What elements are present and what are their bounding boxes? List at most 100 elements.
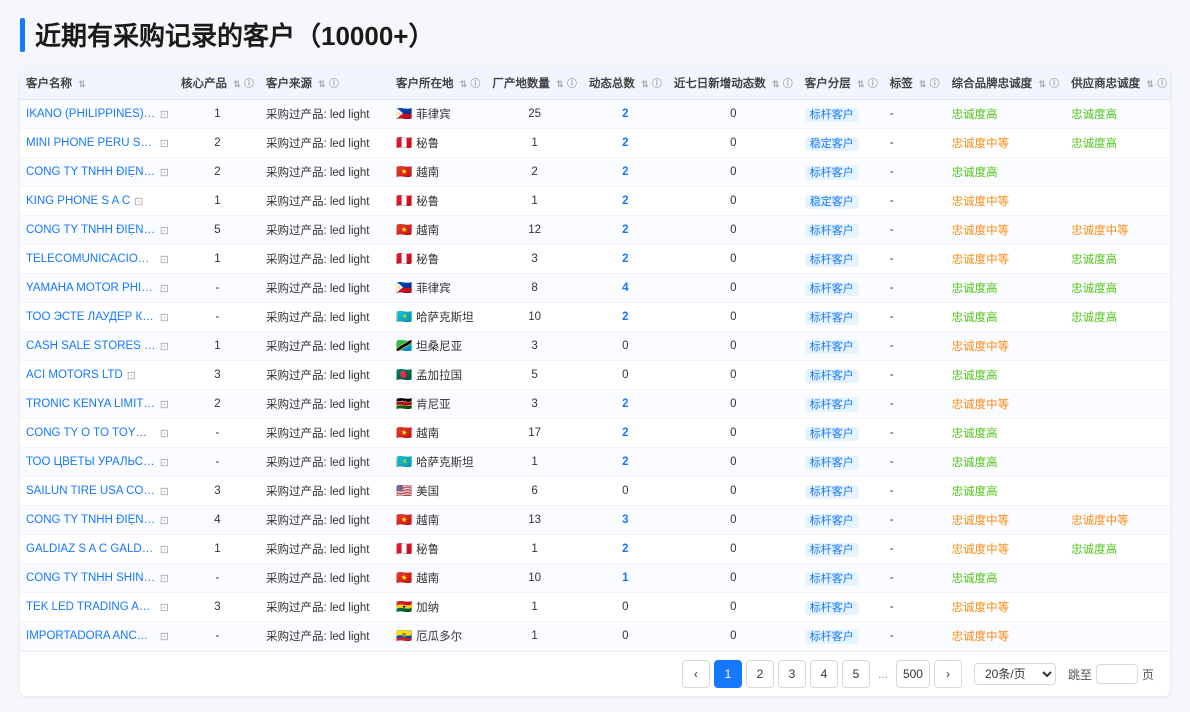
cell-warehouse: 10 xyxy=(486,303,582,332)
cell-segment: 标杆客户 xyxy=(799,216,884,245)
sort-icon-total: ⇅ xyxy=(641,79,649,90)
cell-name[interactable]: YAMAHA MOTOR PHILIPPINES I… ⊡ xyxy=(20,274,175,303)
country-name: 菲律宾 xyxy=(416,280,451,296)
cell-name[interactable]: TEK LED TRADING AND MANUF… ⊡ xyxy=(20,593,175,622)
page-3-button[interactable]: 3 xyxy=(778,660,806,688)
page-5-button[interactable]: 5 xyxy=(842,660,870,688)
page-4-button[interactable]: 4 xyxy=(810,660,838,688)
cell-source: 采购过产品: led light xyxy=(260,216,390,245)
cell-name[interactable]: CÔNG TY TNHH ĐIỆN STANLEY… ⊡ xyxy=(20,506,175,535)
cell-warehouse: 17 xyxy=(486,419,582,448)
cell-name[interactable]: MINI PHONE PERU SAC ⊡ xyxy=(20,129,175,158)
col-loyalty[interactable]: 综合品牌忠诚度 ⇅ ⓘ xyxy=(946,67,1065,100)
cell-location: 🇹🇿 坦桑尼亚 xyxy=(390,332,486,361)
cell-name[interactable]: IKANO (PHILIPPINES) INC ⊡ xyxy=(20,100,175,129)
cell-core-product: 1 xyxy=(175,245,260,274)
segment-tag: 标杆客户 xyxy=(805,572,859,586)
cell-name[interactable]: KING PHONE S A C ⊡ xyxy=(20,187,175,216)
copy-icon[interactable]: ⊡ xyxy=(160,340,169,353)
cell-name[interactable]: ТОО ЦВЕТЫ УРАЛЬСКА ⊡ xyxy=(20,448,175,477)
copy-icon[interactable]: ⊡ xyxy=(127,369,136,382)
title-text: 近期有采购记录的客户（10000+） xyxy=(35,16,434,53)
cell-source: 采购过产品: led light xyxy=(260,622,390,651)
cell-source: 采购过产品: led light xyxy=(260,419,390,448)
cell-core-product: - xyxy=(175,564,260,593)
cell-warehouse: 13 xyxy=(486,506,582,535)
col-new7days[interactable]: 近七日新增动态数 ⇅ ⓘ xyxy=(668,67,799,100)
cell-name[interactable]: ТОО ЭСТЕ ЛАУДЕР КАЗАХСТАН ⊡ xyxy=(20,303,175,332)
cell-location: 🇵🇭 菲律宾 xyxy=(390,100,486,129)
cell-name[interactable]: GALDIAZ S A C GALDIAZ ⊡ xyxy=(20,535,175,564)
cell-source: 采购过产品: led light xyxy=(260,100,390,129)
col-supplier-loyalty[interactable]: 供应商忠诚度 ⇅ ⓘ xyxy=(1065,67,1170,100)
col-source[interactable]: 客户来源 ⇅ ⓘ xyxy=(260,67,390,100)
cell-source: 采购过产品: led light xyxy=(260,332,390,361)
cell-name[interactable]: CÔNG TY Ô TÔ TOYOTA VIỆT N… ⊡ xyxy=(20,419,175,448)
cell-loyalty: 忠诚度高 xyxy=(946,448,1065,477)
page-500-button[interactable]: 500 xyxy=(896,660,930,688)
sort-icon-7days: ⇅ xyxy=(772,79,780,90)
segment-tag: 标杆客户 xyxy=(805,398,859,412)
copy-icon[interactable]: ⊡ xyxy=(160,398,169,411)
col-location[interactable]: 客户所在地 ⇅ ⓘ xyxy=(390,67,486,100)
cell-total-orders: 4 xyxy=(583,274,668,303)
cell-location: 🇰🇿 哈萨克斯坦 xyxy=(390,303,486,332)
cell-warehouse: 1 xyxy=(486,622,582,651)
table-row: ТОО ЦВЕТЫ УРАЛЬСКА ⊡ - 采购过产品: led light … xyxy=(20,448,1170,477)
copy-icon[interactable]: ⊡ xyxy=(160,543,169,556)
country-name: 秘鲁 xyxy=(416,135,439,151)
segment-tag: 标杆客户 xyxy=(805,427,859,441)
col-core-product[interactable]: 核心产品 ⇅ ⓘ xyxy=(175,67,260,100)
next-page-button[interactable]: › xyxy=(934,660,962,688)
col-total-orders[interactable]: 动态总数 ⇅ ⓘ xyxy=(583,67,668,100)
col-tag[interactable]: 标签 ⇅ ⓘ xyxy=(884,67,946,100)
table-row: YAMAHA MOTOR PHILIPPINES I… ⊡ - 采购过产品: l… xyxy=(20,274,1170,303)
cell-core-product: - xyxy=(175,622,260,651)
cell-new7days: 0 xyxy=(668,274,799,303)
segment-tag: 标杆客户 xyxy=(805,253,859,267)
cell-core-product: 1 xyxy=(175,187,260,216)
copy-icon[interactable]: ⊡ xyxy=(160,601,169,614)
cell-name[interactable]: TELECOMUNICACIONES VALLE … ⊡ xyxy=(20,245,175,274)
copy-icon[interactable]: ⊡ xyxy=(134,195,143,208)
country-name: 孟加拉国 xyxy=(416,367,462,383)
copy-icon[interactable]: ⊡ xyxy=(160,137,169,150)
copy-icon[interactable]: ⊡ xyxy=(160,456,169,469)
cell-name[interactable]: ACI MOTORS LTD ⊡ xyxy=(20,361,175,390)
copy-icon[interactable]: ⊡ xyxy=(160,485,169,498)
page-size-select[interactable]: 20条/页 50条/页 100条/页 xyxy=(974,663,1056,685)
flag-icon: 🇬🇭 xyxy=(396,599,412,615)
jump-input[interactable] xyxy=(1096,664,1138,684)
cell-name[interactable]: CASH SALE STORES LTD. ⊡ xyxy=(20,332,175,361)
cell-name[interactable]: IMPORTADORA ANCORP CIA LT… ⊡ xyxy=(20,622,175,651)
copy-icon[interactable]: ⊡ xyxy=(160,253,169,266)
copy-icon[interactable]: ⊡ xyxy=(160,282,169,295)
copy-icon[interactable]: ⊡ xyxy=(160,427,169,440)
col-name[interactable]: 客户名称 ⇅ xyxy=(20,67,175,100)
col-warehouse[interactable]: 厂产地数量 ⇅ ⓘ xyxy=(486,67,582,100)
cell-name[interactable]: CÔNG TY TNHH ĐIỆN TỬ SAMS… ⊡ xyxy=(20,216,175,245)
copy-icon[interactable]: ⊡ xyxy=(160,311,169,324)
cell-location: 🇵🇪 秘鲁 xyxy=(390,187,486,216)
copy-icon[interactable]: ⊡ xyxy=(160,514,169,527)
copy-icon[interactable]: ⊡ xyxy=(160,108,169,121)
cell-total-orders: 2 xyxy=(583,245,668,274)
page-2-button[interactable]: 2 xyxy=(746,660,774,688)
col-segment[interactable]: 客户分层 ⇅ ⓘ xyxy=(799,67,884,100)
sort-icon-core-product: ⇅ xyxy=(233,79,241,90)
cell-name[interactable]: CÔNG TY TNHH ĐIỆN TỬ SNC … ⊡ xyxy=(20,158,175,187)
cell-name[interactable]: CÔNG TY TNHH SHINDENGEN … ⊡ xyxy=(20,564,175,593)
copy-icon[interactable]: ⊡ xyxy=(160,572,169,585)
copy-icon[interactable]: ⊡ xyxy=(160,166,169,179)
prev-page-button[interactable]: ‹ xyxy=(682,660,710,688)
cell-tag: - xyxy=(884,622,946,651)
flag-icon: 🇹🇿 xyxy=(396,338,412,354)
copy-icon[interactable]: ⊡ xyxy=(160,224,169,237)
cell-name[interactable]: SAILUN TIRE USA CORP ⊡ xyxy=(20,477,175,506)
cell-source: 采购过产品: led light xyxy=(260,506,390,535)
cell-core-product: 1 xyxy=(175,100,260,129)
copy-icon[interactable]: ⊡ xyxy=(160,630,169,643)
country-name: 美国 xyxy=(416,483,439,499)
page-1-button[interactable]: 1 xyxy=(714,660,742,688)
cell-name[interactable]: TRONIC KENYA LIMITED ⊡ xyxy=(20,390,175,419)
